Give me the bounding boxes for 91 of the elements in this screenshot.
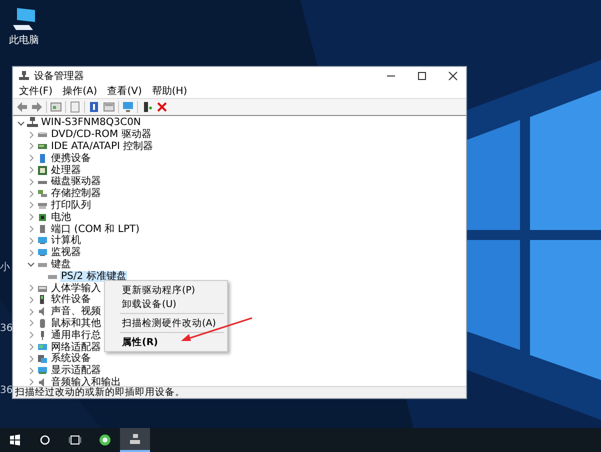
- device-icon: [38, 262, 47, 267]
- device-icon: [38, 344, 47, 350]
- document-icon[interactable]: [70, 102, 80, 112]
- task-view-icon: [69, 436, 81, 444]
- tree-item[interactable]: 鼠标和其他: [50, 318, 102, 329]
- tree-item[interactable]: 网络适配器: [50, 342, 102, 353]
- menu-item[interactable]: 查看(V): [106, 86, 143, 98]
- tree-item[interactable]: 端口 (COM 和 LPT): [50, 224, 141, 235]
- menu-item[interactable]: 文件(F): [18, 86, 54, 98]
- expand-chevron-icon[interactable]: [29, 190, 34, 198]
- device-manager-icon: [130, 434, 140, 444]
- tree-item[interactable]: 磁盘驱动器: [50, 176, 102, 188]
- expand-chevron-icon[interactable]: [29, 284, 34, 292]
- back-icon[interactable]: [17, 102, 27, 112]
- window-icon[interactable]: [104, 102, 114, 112]
- expand-chevron-icon[interactable]: [29, 237, 34, 244]
- expand-chevron-icon[interactable]: [29, 378, 34, 386]
- keyboard-icon: [48, 274, 57, 279]
- desktop-icon-label: 36: [0, 385, 13, 396]
- tree-item[interactable]: 便携设备: [50, 152, 92, 164]
- tree-item[interactable]: 监视器: [50, 247, 82, 258]
- expand-chevron-icon[interactable]: [29, 142, 34, 150]
- device-icon: [41, 330, 44, 340]
- tree-item[interactable]: DVD/CD-ROM 驱动器: [50, 129, 152, 140]
- tree-item[interactable]: 计算机: [50, 235, 82, 246]
- expand-chevron-icon[interactable]: [29, 226, 34, 233]
- expand-chevron-icon[interactable]: [29, 367, 34, 374]
- expand-chevron-icon[interactable]: [29, 166, 34, 174]
- device-manager-icon: [19, 71, 29, 80]
- expand-chevron-icon[interactable]: [29, 214, 34, 221]
- add-device-icon[interactable]: [144, 102, 153, 112]
- close-icon[interactable]: [448, 72, 458, 80]
- menu-item[interactable]: 扫描检测硬件改动(A): [105, 316, 227, 330]
- tree-item[interactable]: 通用串行总: [50, 330, 102, 341]
- expand-chevron-icon[interactable]: [29, 344, 34, 351]
- device-icon: [38, 355, 47, 364]
- tree-item[interactable]: 键盘: [50, 258, 72, 270]
- device-icon: [38, 237, 47, 244]
- tree-item[interactable]: 显示适配器: [50, 365, 102, 376]
- device-icon: [40, 295, 44, 304]
- tree-item[interactable]: 声音、视频: [50, 306, 102, 318]
- desktop-icon-label[interactable]: 此电脑: [9, 35, 39, 46]
- device-icon: [38, 286, 47, 292]
- expand-chevron-icon[interactable]: [29, 202, 34, 209]
- collapse-chevron-icon[interactable]: [27, 262, 34, 268]
- tree-item[interactable]: 存储控制器: [50, 188, 102, 200]
- device-icon: [38, 249, 47, 256]
- annotation-arrow: [181, 317, 252, 341]
- desktop-icon-label: 小: [0, 262, 10, 273]
- device-icon: [38, 190, 47, 198]
- menu-item[interactable]: 帮助(H): [150, 86, 188, 98]
- tree-item[interactable]: 电池: [50, 212, 72, 223]
- tree-item[interactable]: 人体学输入: [50, 282, 102, 294]
- menu-item[interactable]: 操作(A): [62, 86, 98, 98]
- expand-chevron-icon[interactable]: [29, 296, 34, 304]
- taskbar-button[interactable]: [120, 428, 150, 452]
- desktop-icon-label: 36: [0, 323, 13, 334]
- menu-item[interactable]: 卸载设备(U): [105, 297, 227, 311]
- tree-item[interactable]: IDE ATA/ATAPI 控制器: [50, 140, 154, 152]
- search-icon: [40, 435, 50, 445]
- tree-item[interactable]: 处理器: [50, 164, 82, 176]
- collapse-chevron-icon[interactable]: [17, 121, 24, 126]
- expand-chevron-icon[interactable]: [29, 355, 34, 362]
- app-icon: [100, 434, 110, 446]
- window-icon[interactable]: [50, 102, 62, 112]
- tree-item[interactable]: PS/2 标准键盘: [60, 270, 128, 282]
- start-icon: [10, 434, 20, 446]
- expand-chevron-icon[interactable]: [29, 131, 34, 138]
- status-bar: 扫描经过改动的或新的即插即用设备。: [13, 386, 466, 398]
- remove-icon[interactable]: [157, 102, 167, 112]
- expand-chevron-icon[interactable]: [29, 332, 34, 339]
- menu-item[interactable]: 属性(R): [105, 335, 227, 349]
- computer-node-icon: [27, 117, 38, 128]
- device-icon: [39, 378, 44, 386]
- device-icon: [38, 367, 47, 374]
- expand-chevron-icon[interactable]: [29, 308, 34, 316]
- maximize-icon[interactable]: [418, 72, 426, 80]
- window-title: 设备管理器: [34, 70, 85, 83]
- tree-item[interactable]: 打印队列: [50, 200, 92, 211]
- tree-item[interactable]: 系统设备: [50, 353, 92, 364]
- monitor-icon[interactable]: [123, 102, 133, 112]
- tree-item[interactable]: 软件设备: [50, 294, 92, 306]
- forward-icon[interactable]: [32, 102, 42, 112]
- menu-item[interactable]: 更新驱动程序(P): [105, 283, 227, 297]
- computer-icon[interactable]: [13, 8, 35, 30]
- expand-chevron-icon[interactable]: [29, 154, 34, 162]
- expand-chevron-icon[interactable]: [29, 320, 34, 327]
- help-icon[interactable]: [90, 102, 98, 112]
- expand-chevron-icon[interactable]: [29, 178, 34, 186]
- expand-chevron-icon[interactable]: [29, 249, 34, 256]
- tree-item[interactable]: WIN-S3FNM8Q3C0N: [40, 117, 142, 128]
